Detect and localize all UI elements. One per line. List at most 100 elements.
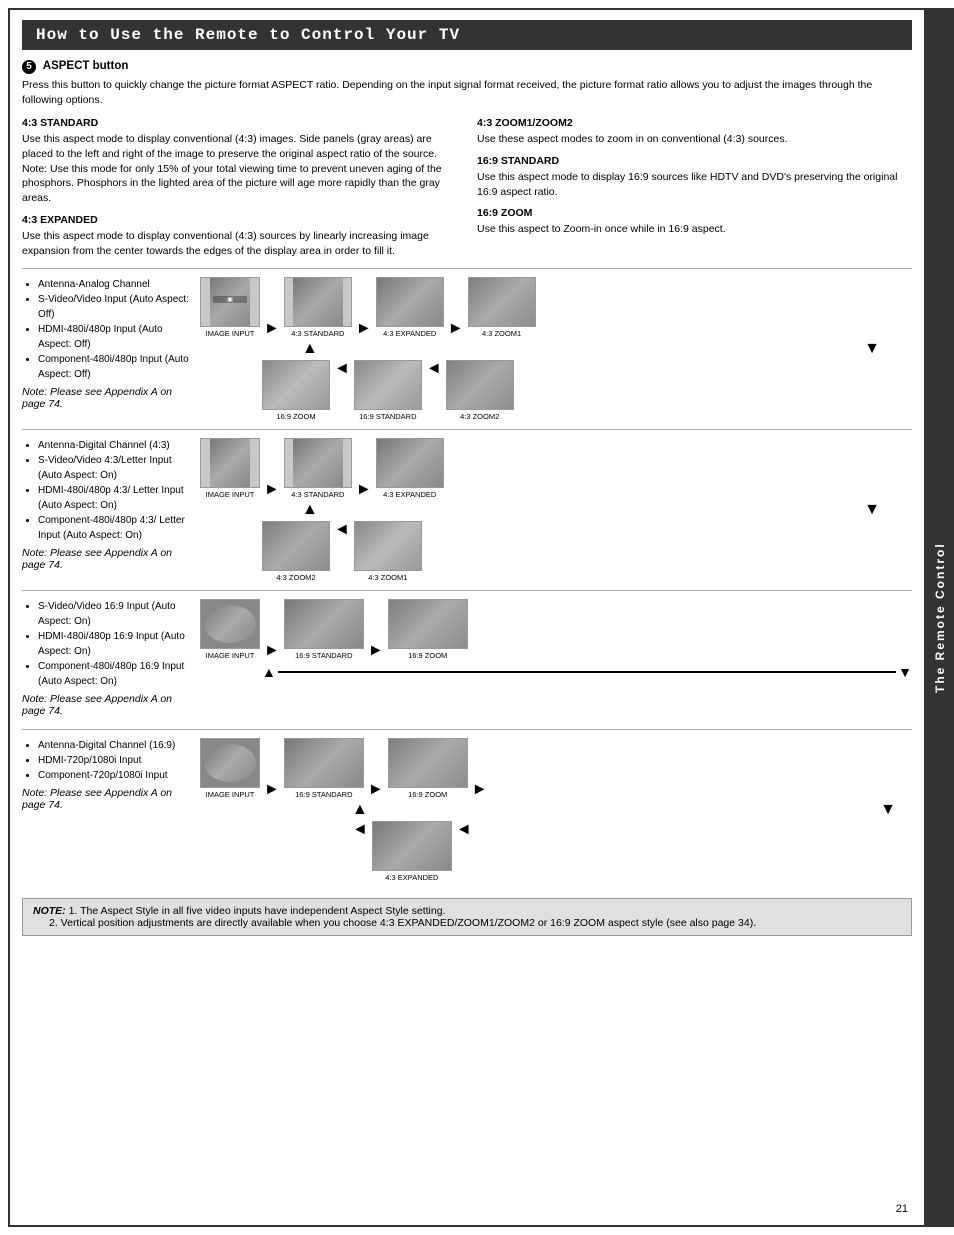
arrow-g4-3: ► [472, 781, 488, 799]
label-image-input-1: IMAGE INPUT [206, 329, 255, 338]
list-item: S-Video/Video 16:9 Input (Auto Aspect: O… [38, 599, 192, 629]
aspect-heading: 5 ASPECT button [22, 60, 912, 74]
arrow-g2-2: ► [356, 481, 372, 499]
tv-43zoom2: 4:3 ZOOM2 [446, 360, 514, 421]
arrow-g3-2: ► [368, 642, 384, 660]
aspect-intro: Press this button to quickly change the … [22, 78, 912, 107]
diagram-group-3: S-Video/Video 16:9 Input (Auto Aspect: O… [22, 590, 912, 729]
note-2: Note: Please see Appendix A on page 74. [22, 547, 192, 571]
tv-43zoom1: 4:3 ZOOM1 [468, 277, 536, 338]
label-43standard-g2: 4:3 STANDARD [291, 490, 344, 499]
bottom-note-item-1: 1. The Aspect Style in all five video in… [69, 905, 446, 917]
subsection-zoom12-text: Use these aspect modes to zoom in on con… [477, 132, 912, 147]
diagram-group-4-flow: IMAGE INPUT ► 16:9 STANDARD ► [200, 738, 912, 882]
list-item: Component-480i/480p Input (Auto Aspect: … [38, 352, 192, 382]
tv-43zoom2-g2: 4:3 ZOOM2 [262, 521, 330, 582]
list-item: Component-480i/480p 16:9 Input (Auto Asp… [38, 659, 192, 689]
diagram-group-2-bullets: Antenna-Digital Channel (4:3) S-Video/Vi… [22, 438, 192, 582]
col-right: 4:3 ZOOM1/ZOOM2 Use these aspect modes t… [477, 117, 912, 258]
tv-169zoom-g4: 16:9 ZOOM [388, 738, 468, 799]
subsection-169standard-title: 16:9 STANDARD [477, 155, 912, 167]
subsection-43expanded-text: Use this aspect mode to display conventi… [22, 229, 457, 258]
bullet-list-1: Antenna-Analog Channel S-Video/Video Inp… [22, 277, 192, 382]
subsection-43standard-title: 4:3 STANDARD [22, 117, 457, 129]
list-item: HDMI-480i/480p Input (Auto Aspect: Off) [38, 322, 192, 352]
tv-43expanded-g4: 4:3 EXPANDED [372, 821, 452, 882]
bottom-note-item-2: 2. Vertical position adjustments are dir… [33, 917, 756, 929]
arrow-g4-1: ► [264, 781, 280, 799]
arrow-g2-1: ► [264, 481, 280, 499]
label-43zoom2-g1: 4:3 ZOOM2 [460, 412, 499, 421]
tv-image-input-3: IMAGE INPUT [200, 599, 260, 660]
label-43expanded: 4:3 EXPANDED [383, 329, 436, 338]
arrow-up-g2: ▲ [302, 501, 318, 519]
diagram-group-2: Antenna-Digital Channel (4:3) S-Video/Vi… [22, 429, 912, 590]
tv-43expanded: 4:3 EXPANDED [376, 277, 444, 338]
bullet-list-2: Antenna-Digital Channel (4:3) S-Video/Vi… [22, 438, 192, 543]
arrow-down-g4: ▼ [880, 801, 896, 819]
arrow-up-g4: ▲ [352, 801, 368, 819]
page-title: How to Use the Remote to Control Your TV [22, 20, 912, 50]
note-1: Note: Please see Appendix A on page 74. [22, 386, 192, 410]
arrow-g3-1: ► [264, 642, 280, 660]
list-item: S-Video/Video Input (Auto Aspect: Off) [38, 292, 192, 322]
bullet-list-3: S-Video/Video 16:9 Input (Auto Aspect: O… [22, 599, 192, 689]
label-169zoom-g3: 16:9 ZOOM [408, 651, 447, 660]
list-item: HDMI-480i/480p 16:9 Input (Auto Aspect: … [38, 629, 192, 659]
tv-43standard: 4:3 STANDARD [284, 277, 352, 338]
subsection-zoom12-title: 4:3 ZOOM1/ZOOM2 [477, 117, 912, 129]
subsection-43expanded-title: 4:3 EXPANDED [22, 214, 457, 226]
list-item: Component-480i/480p 4:3/ Letter Input (A… [38, 513, 192, 543]
tv-169standard: 16:9 STANDARD [354, 360, 422, 421]
list-item: Antenna-Digital Channel (16:9) [38, 738, 192, 753]
tv-169zoom-g3: 16:9 ZOOM [388, 599, 468, 660]
diagram-group-3-bullets: S-Video/Video 16:9 Input (Auto Aspect: O… [22, 599, 192, 721]
tv-169standard-g4: 16:9 STANDARD [284, 738, 364, 799]
list-item: Antenna-Analog Channel [38, 277, 192, 292]
note-4: Note: Please see Appendix A on page 74. [22, 787, 192, 811]
label-169zoom-g4: 16:9 ZOOM [408, 790, 447, 799]
subsection-169zoom-text: Use this aspect to Zoom-in once while in… [477, 222, 912, 237]
label-43zoom2-g2: 4:3 ZOOM2 [276, 573, 315, 582]
label-image-input-2: IMAGE INPUT [206, 490, 255, 499]
list-item: S-Video/Video 4:3/Letter Input (Auto Asp… [38, 453, 192, 483]
label-43expanded-g2: 4:3 EXPANDED [383, 490, 436, 499]
tv-image-input-1: ▣ IMAGE INPUT [200, 277, 260, 338]
label-169standard-g4: 16:9 STANDARD [295, 790, 352, 799]
arrow-left-1: ◄ [334, 360, 350, 378]
subsection-43standard-text: Use this aspect mode to display conventi… [22, 132, 457, 205]
label-169standard-g3: 16:9 STANDARD [295, 651, 352, 660]
tv-image-input-4: IMAGE INPUT [200, 738, 260, 799]
aspect-section: 5 ASPECT button Press this button to qui… [22, 60, 912, 107]
col-left: 4:3 STANDARD Use this aspect mode to dis… [22, 117, 457, 258]
label-43zoom1-top: 4:3 ZOOM1 [482, 329, 521, 338]
diagram-group-4-bullets: Antenna-Digital Channel (16:9) HDMI-720p… [22, 738, 192, 882]
diagram-group-3-flow: IMAGE INPUT ► 16:9 STANDARD ► [200, 599, 912, 721]
list-item: HDMI-480i/480p 4:3/ Letter Input (Auto A… [38, 483, 192, 513]
arrow-2: ► [356, 320, 372, 338]
subsection-169zoom-title: 16:9 ZOOM [477, 207, 912, 219]
list-item: HDMI-720p/1080i Input [38, 753, 192, 768]
arrow-down-g2: ▼ [864, 501, 880, 519]
subsection-169standard-text: Use this aspect mode to display 16:9 sou… [477, 170, 912, 199]
tv-169standard-g3: 16:9 STANDARD [284, 599, 364, 660]
diagram-group-1-bullets: Antenna-Analog Channel S-Video/Video Inp… [22, 277, 192, 421]
arrow-left-g4-2: ◄ [456, 821, 472, 839]
diagram-group-4: Antenna-Digital Channel (16:9) HDMI-720p… [22, 729, 912, 890]
arrow-1: ► [264, 320, 280, 338]
label-43standard: 4:3 STANDARD [291, 329, 344, 338]
tv-43expanded-g2: 4:3 EXPANDED [376, 438, 444, 499]
sidebar-tab: The Remote Control [926, 8, 954, 1227]
tv-169zoom: 16:9 ZOOM [262, 360, 330, 421]
note-3: Note: Please see Appendix A on page 74. [22, 693, 192, 717]
label-43zoom1-g2: 4:3 ZOOM1 [368, 573, 407, 582]
diagram-group-2-flow: IMAGE INPUT ► [200, 438, 912, 582]
arrow-g4-2: ► [368, 781, 384, 799]
subsections-container: 4:3 STANDARD Use this aspect mode to dis… [22, 117, 912, 258]
page-number: 21 [896, 1203, 908, 1215]
tv-43zoom1-g2: 4:3 ZOOM1 [354, 521, 422, 582]
label-43expanded-g4: 4:3 EXPANDED [385, 873, 438, 882]
bottom-note: NOTE: 1. The Aspect Style in all five vi… [22, 898, 912, 936]
tv-image-input-2: IMAGE INPUT [200, 438, 260, 499]
tv-43standard-g2: 4:3 STANDARD [284, 438, 352, 499]
